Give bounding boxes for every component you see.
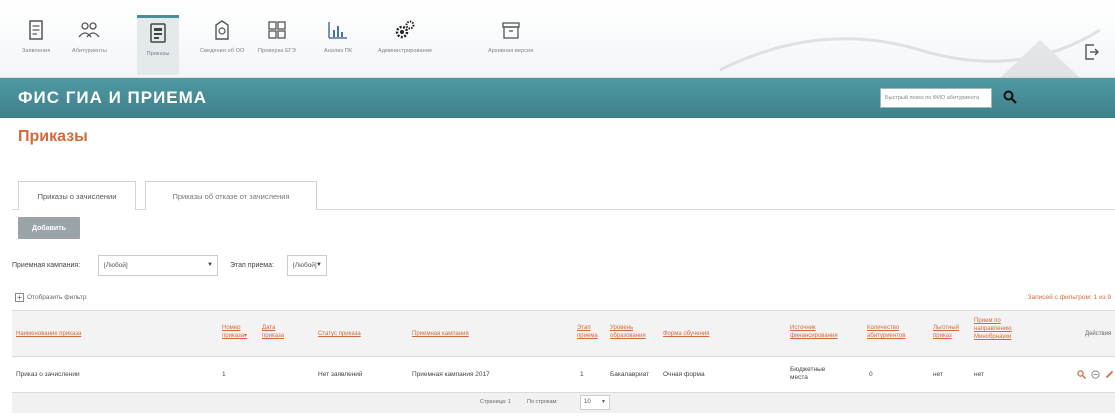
column-header-number[interactable]: Номер приказа▾: [222, 324, 250, 340]
archive-icon: [500, 18, 522, 42]
people-icon: [78, 18, 101, 42]
cell-stage: 1: [580, 371, 584, 378]
toolbar-label: Анализ ПК: [324, 48, 353, 54]
gears-icon: [394, 18, 416, 42]
cell-privileged: нет: [933, 371, 943, 378]
search-input[interactable]: Быстрый поиск по ФИО абитуриента: [880, 88, 992, 108]
view-icon[interactable]: [1077, 369, 1086, 379]
cell-level: Бакалавриат: [610, 371, 650, 378]
app-header: ФИС ГИА И ПРИЕМА Быстрый поиск по ФИО аб…: [0, 78, 1115, 118]
cell-count: 0: [869, 371, 873, 378]
toolbar-label: Администрирование: [378, 48, 433, 54]
column-header-stage[interactable]: Этап приема: [577, 324, 598, 340]
toolbar-item-orders[interactable]: Приказы: [137, 15, 179, 75]
cell-ministry: нет: [974, 371, 984, 378]
table-row[interactable]: Приказ о зачислении 1 Нет заявлений Прие…: [12, 357, 1115, 393]
filter-toggle[interactable]: + Отобразить фильтр: [15, 293, 86, 302]
column-header-actions: Действия: [1085, 331, 1112, 337]
grid-check-icon: [266, 18, 288, 42]
campaign-filter-label: Приемная кампания:: [12, 262, 81, 269]
campaign-select[interactable]: [Любой] ▼: [98, 255, 218, 276]
cell-campaign: Приемная кампания 2017: [412, 371, 490, 378]
per-page-label: По строкам:: [527, 399, 558, 405]
column-header-name[interactable]: Наименование приказа: [16, 330, 81, 338]
toolbar-item-exam-check[interactable]: Проверка ЕГЭ: [258, 18, 296, 70]
table-header: Наименование приказа Номер приказа▾ Дата…: [12, 310, 1115, 357]
chevron-down-icon: ▼: [207, 262, 213, 268]
per-page-value: 10: [584, 399, 591, 405]
toolbar-item-applications[interactable]: Заявления: [22, 18, 50, 70]
toolbar-item-admin[interactable]: Администрирование: [378, 18, 432, 70]
toolbar-label: Сведения об ОО: [200, 48, 245, 54]
column-header-privileged[interactable]: Льготный приказ: [933, 324, 963, 340]
toolbar-label: Приказы: [146, 51, 170, 57]
app-title: ФИС ГИА И ПРИЕМА: [18, 88, 208, 107]
toolbar-label: Архивная версия: [488, 48, 534, 54]
records-count: Записей с фильтром: 1 из 9: [1027, 294, 1111, 301]
stage-select[interactable]: [Любой] ▼: [287, 255, 327, 276]
plus-icon: +: [15, 293, 24, 302]
column-header-finance[interactable]: Источник финансирования: [790, 324, 845, 340]
toolbar-label: Проверка ЕГЭ: [258, 48, 296, 54]
add-button[interactable]: Добавить: [18, 217, 80, 239]
filter-toggle-label: Отобразить фильтр: [27, 294, 87, 301]
search-icon[interactable]: [1000, 87, 1020, 107]
chart-icon: [327, 18, 349, 42]
decorative-background: [719, 28, 1100, 78]
orders-icon: [147, 21, 169, 45]
document-icon: [25, 18, 47, 42]
cell-name: Приказ о зачислении: [16, 371, 80, 378]
toolbar-label: Заявления: [22, 48, 51, 54]
building-info-icon: [211, 18, 233, 42]
per-page-select[interactable]: 10 ▼: [580, 395, 610, 410]
row-actions: [1077, 369, 1115, 379]
chevron-down-icon: ▼: [316, 262, 322, 268]
column-header-campaign[interactable]: Приемная кампания: [412, 330, 469, 338]
toolbar-item-org-info[interactable]: Сведения об ОО: [200, 18, 244, 70]
cell-status: Нет заявлений: [318, 371, 363, 378]
toolbar-item-applicants[interactable]: Абитуриенты: [72, 18, 107, 70]
column-header-ministry[interactable]: Прием по направлению Минобрнауки: [974, 317, 1026, 341]
minus-circle-icon[interactable]: [1091, 369, 1100, 379]
column-header-count[interactable]: Количество абитуриентов: [867, 324, 919, 340]
column-header-status[interactable]: Статус приказа: [318, 330, 361, 338]
pagination: Страница: 1 По строкам: 10 ▼: [12, 393, 1115, 413]
cell-form: Очная форма: [663, 371, 705, 378]
edit-icon[interactable]: [1105, 369, 1114, 379]
stage-select-value: [Любой]: [293, 262, 317, 269]
cell-number: 1: [222, 371, 226, 378]
top-toolbar: Заявления Абитуриенты Приказы Сведения о…: [0, 0, 1115, 78]
toolbar-label: Абитуриенты: [72, 48, 107, 54]
cell-finance: Бюджетные места: [790, 366, 826, 381]
page-indicator: Страница: 1: [480, 399, 512, 405]
column-header-form[interactable]: Форма обучения: [663, 330, 709, 338]
toolbar-item-analysis[interactable]: Анализ ПК: [324, 18, 352, 70]
stage-filter-label: Этап приема:: [230, 262, 274, 269]
tab-enrollment-orders[interactable]: Приказы о зачислении: [18, 181, 136, 210]
chevron-down-icon: ▼: [601, 399, 606, 405]
column-header-level[interactable]: Уровень образования: [610, 324, 654, 340]
tab-refusal-orders[interactable]: Приказы об отказе от зачисления: [145, 181, 317, 210]
page-title: Приказы: [18, 128, 88, 145]
column-header-date[interactable]: Дата приказа: [262, 324, 288, 340]
logout-icon[interactable]: [1085, 44, 1099, 62]
campaign-select-value: [Любой]: [104, 262, 128, 269]
toolbar-item-archive[interactable]: Архивная версия: [488, 18, 533, 70]
